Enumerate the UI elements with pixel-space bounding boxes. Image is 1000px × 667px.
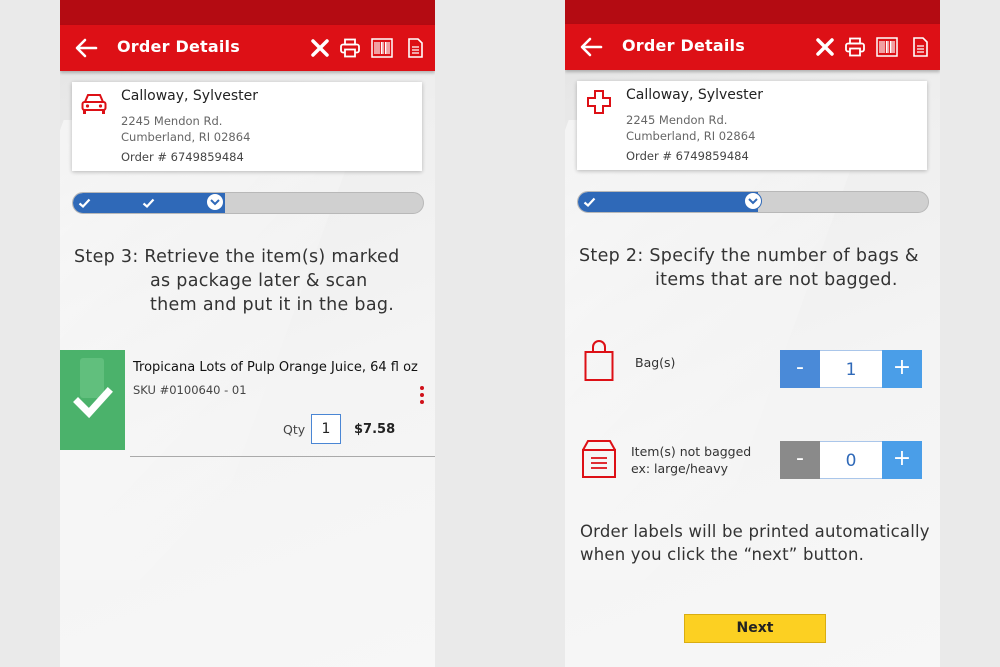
progress-fill — [578, 192, 758, 212]
customer-name: Calloway, Sylvester — [121, 88, 259, 104]
app-bar: Order Details — [565, 24, 940, 70]
not-bagged-value[interactable]: 0 — [820, 441, 882, 479]
printer-icon[interactable] — [339, 38, 361, 58]
progress-bar — [72, 192, 424, 214]
step-text-line: Step 2: Specify the number of bags & — [579, 246, 919, 266]
back-arrow-icon[interactable] — [74, 37, 98, 59]
status-bar — [60, 0, 435, 25]
bags-plus-button[interactable]: + — [882, 350, 922, 388]
address-line1: 2245 Mendon Rd. — [626, 113, 728, 127]
car-icon — [81, 94, 107, 114]
check-icon — [78, 198, 91, 209]
step-text-line: Step 3: Retrieve the item(s) marked — [74, 247, 400, 267]
current-step-indicator — [744, 192, 762, 210]
current-step-indicator — [206, 193, 224, 211]
chevron-down-icon — [748, 198, 758, 205]
status-bar — [565, 0, 940, 25]
bags-value[interactable]: 1 — [820, 350, 882, 388]
barcode-icon[interactable] — [876, 37, 898, 57]
customer-name: Calloway, Sylvester — [626, 87, 764, 103]
step-text-line: them and put it in the bag. — [150, 295, 395, 315]
not-bagged-label: Item(s) not bagged ex: large/heavy — [631, 443, 751, 477]
page-title: Order Details — [117, 37, 240, 56]
not-bagged-label-line: Item(s) not bagged — [631, 444, 752, 459]
printer-icon[interactable] — [844, 37, 866, 57]
check-icon — [142, 198, 155, 209]
bags-minus-button[interactable]: - — [780, 350, 820, 388]
left-screen: Order Details Calloway, Sylvester 2245 M… — [60, 0, 435, 667]
page-title: Order Details — [622, 36, 745, 55]
document-icon[interactable] — [909, 37, 931, 57]
bags-stepper: - 1 + — [780, 350, 922, 388]
print-note: Order labels will be printed automatical… — [580, 520, 935, 566]
box-icon — [582, 440, 616, 478]
qty-label: Qty — [283, 422, 306, 437]
address-line2: Cumberland, RI 02864 — [121, 130, 251, 144]
not-bagged-stepper: - 0 + — [780, 441, 922, 479]
address-line1: 2245 Mendon Rd. — [121, 114, 223, 128]
note-line: Order labels will be printed automatical… — [580, 522, 930, 541]
check-icon — [583, 197, 596, 208]
next-button[interactable]: Next — [684, 614, 826, 643]
close-icon[interactable] — [814, 37, 836, 57]
not-bagged-minus-button[interactable]: - — [780, 441, 820, 479]
step-text-line: as package later & scan — [150, 271, 368, 291]
order-number: Order # 6749859484 — [626, 149, 749, 163]
item-status-thumbnail[interactable] — [60, 350, 125, 450]
medical-cross-icon — [587, 90, 611, 114]
order-number: Order # 6749859484 — [121, 150, 244, 164]
checkmark-icon — [73, 358, 113, 419]
progress-bar — [577, 191, 929, 213]
item-title: Tropicana Lots of Pulp Orange Juice, 64 … — [133, 360, 418, 375]
customer-card[interactable]: Calloway, Sylvester 2245 Mendon Rd. Cumb… — [72, 82, 422, 171]
not-bagged-plus-button[interactable]: + — [882, 441, 922, 479]
customer-card[interactable]: Calloway, Sylvester 2245 Mendon Rd. Cumb… — [577, 81, 927, 170]
bags-label: Bag(s) — [635, 355, 676, 370]
note-line: when you click the “next” button. — [580, 545, 865, 564]
shopping-bag-icon — [584, 340, 614, 381]
quantity-field[interactable]: 1 — [311, 414, 341, 444]
address-line2: Cumberland, RI 02864 — [626, 129, 756, 143]
app-bar: Order Details — [60, 25, 435, 71]
not-bagged-hint: ex: large/heavy — [631, 461, 729, 476]
step-instruction: Step 3: Retrieve the item(s) marked as p… — [74, 245, 400, 317]
chevron-down-icon — [210, 199, 220, 206]
right-screen: Order Details Calloway, Sylvester 2245 M… — [565, 0, 940, 667]
barcode-icon[interactable] — [371, 38, 393, 58]
item-price: $7.58 — [354, 422, 396, 437]
close-icon[interactable] — [309, 38, 331, 58]
more-options-icon[interactable] — [417, 386, 427, 408]
back-arrow-icon[interactable] — [579, 36, 603, 58]
step-text-line: items that are not bagged. — [655, 270, 898, 290]
divider — [130, 456, 435, 457]
item-sku: SKU #0100640 - 01 — [133, 383, 247, 397]
step-instruction: Step 2: Specify the number of bags & ite… — [579, 244, 919, 292]
document-icon[interactable] — [404, 38, 426, 58]
